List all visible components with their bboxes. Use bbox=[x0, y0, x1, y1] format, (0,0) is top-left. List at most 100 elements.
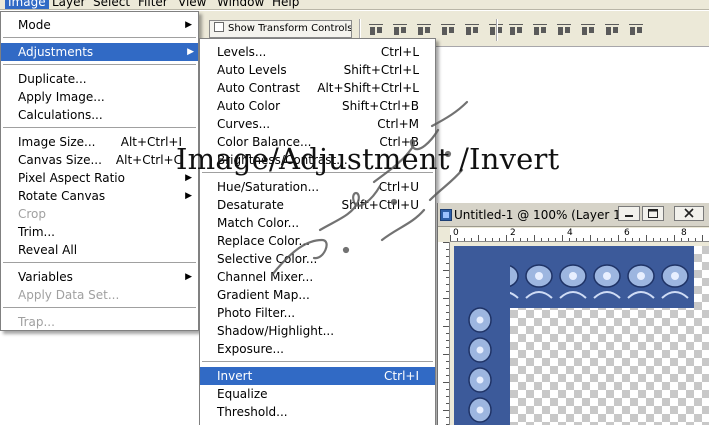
ruler-tick bbox=[446, 319, 449, 320]
distribute-right-edges-icon[interactable] bbox=[627, 23, 645, 37]
image-menu-item-variables[interactable]: Variables ▶ bbox=[1, 268, 196, 286]
ruler-tick bbox=[688, 238, 689, 241]
close-icon bbox=[684, 208, 694, 218]
adjustments-item-desaturate[interactable]: Desaturate Shift+Ctrl+U bbox=[200, 196, 435, 214]
ruler-tick bbox=[681, 238, 682, 241]
image-menu-item-trap[interactable]: Trap... bbox=[1, 313, 196, 331]
align-top-edges-icon[interactable] bbox=[367, 23, 385, 37]
menubar-item-help[interactable]: Help bbox=[272, 0, 299, 9]
image-menu-item-crop[interactable]: Crop bbox=[1, 205, 196, 223]
menu-item-label: Rotate Canvas bbox=[18, 189, 106, 203]
ruler-tick bbox=[446, 249, 449, 250]
distribute-bottom-edges-icon[interactable] bbox=[555, 23, 573, 37]
adjustments-item-replace-color[interactable]: Replace Color... bbox=[200, 232, 435, 250]
menubar-item-select[interactable]: Select bbox=[93, 0, 130, 9]
menu-bar: Image Layer Select Filter View Window Help bbox=[0, 0, 709, 10]
ruler-label: 2 bbox=[510, 228, 516, 238]
adjustments-item-exposure[interactable]: Exposure... bbox=[200, 340, 435, 358]
image-menu-item-image-size[interactable]: Image Size... Alt+Ctrl+I bbox=[1, 133, 196, 151]
menubar-item-window[interactable]: Window bbox=[217, 0, 264, 9]
ruler-tick bbox=[562, 235, 563, 241]
menu-separator bbox=[3, 307, 196, 309]
adjustments-item-gradient-map[interactable]: Gradient Map... bbox=[200, 286, 435, 304]
ruler-tick bbox=[653, 238, 654, 241]
ruler-tick bbox=[446, 389, 449, 390]
ruler-tick bbox=[611, 238, 612, 241]
ruler-tick bbox=[632, 238, 633, 241]
ruler-tick bbox=[590, 235, 591, 241]
align-vertical-centers-icon[interactable] bbox=[391, 23, 409, 37]
image-menu-item-mode[interactable]: Mode ▶ bbox=[1, 16, 196, 34]
ruler-tick bbox=[443, 270, 449, 271]
tutorial-caption: Image/Adjustment /Invert bbox=[176, 142, 560, 176]
menu-item-label: Channel Mixer... bbox=[217, 270, 314, 284]
menu-item-label: Trim... bbox=[18, 225, 55, 239]
adjustments-item-photo-filter[interactable]: Photo Filter... bbox=[200, 304, 435, 322]
document-canvas[interactable] bbox=[454, 246, 709, 425]
image-menu-item-trim[interactable]: Trim... bbox=[1, 223, 196, 241]
align-bottom-edges-icon[interactable] bbox=[415, 23, 433, 37]
distribute-horizontal-centers-icon[interactable] bbox=[603, 23, 621, 37]
ruler-tick bbox=[499, 238, 500, 241]
adjustments-item-equalize[interactable]: Equalize bbox=[200, 385, 435, 403]
ruler-tick bbox=[702, 235, 703, 241]
distribute-vertical-centers-icon[interactable] bbox=[531, 23, 549, 37]
close-button[interactable] bbox=[674, 206, 704, 221]
ruler-tick bbox=[527, 238, 528, 241]
menubar-item-filter[interactable]: Filter bbox=[138, 0, 168, 9]
document-title-bar[interactable]: Untitled-1 @ 100% (Layer 1, ... bbox=[438, 203, 709, 227]
adjustments-item-auto-levels[interactable]: Auto Levels Shift+Ctrl+L bbox=[200, 61, 435, 79]
adjustments-item-curves[interactable]: Curves... Ctrl+M bbox=[200, 115, 435, 133]
menu-item-label: Match Color... bbox=[217, 216, 300, 230]
ruler-tick bbox=[471, 238, 472, 241]
image-menu-item-canvas-size[interactable]: Canvas Size... Alt+Ctrl+C bbox=[1, 151, 196, 169]
image-menu-item-duplicate[interactable]: Duplicate... bbox=[1, 70, 196, 88]
image-menu-item-rotate-canvas[interactable]: Rotate Canvas ▶ bbox=[1, 187, 196, 205]
align-horizontal-centers-icon[interactable] bbox=[463, 23, 481, 37]
adjustments-item-threshold[interactable]: Threshold... bbox=[200, 403, 435, 421]
show-transform-controls-checkbox[interactable]: Show Transform Controls bbox=[209, 20, 352, 38]
ruler-tick bbox=[443, 298, 449, 299]
image-menu-item-apply-data-set[interactable]: Apply Data Set... bbox=[1, 286, 196, 304]
image-menu-item-pixel-aspect-ratio[interactable]: Pixel Aspect Ratio ▶ bbox=[1, 169, 196, 187]
minimize-button[interactable] bbox=[618, 206, 640, 221]
ruler-tick bbox=[520, 238, 521, 241]
frame-ornament bbox=[468, 397, 492, 423]
checkbox-box[interactable] bbox=[214, 22, 224, 32]
image-menu-item-reveal-all[interactable]: Reveal All bbox=[1, 241, 196, 259]
ruler-tick bbox=[492, 238, 493, 241]
adjustments-item-auto-color[interactable]: Auto Color Shift+Ctrl+B bbox=[200, 97, 435, 115]
menu-item-label: Levels... bbox=[217, 45, 267, 59]
image-menu-item-apply-image[interactable]: Apply Image... bbox=[1, 88, 196, 106]
menubar-item-layer[interactable]: Layer bbox=[52, 0, 85, 9]
ruler-tick bbox=[446, 347, 449, 348]
adjustments-item-match-color[interactable]: Match Color... bbox=[200, 214, 435, 232]
menu-item-label: Threshold... bbox=[217, 405, 288, 419]
ruler-tick bbox=[457, 238, 458, 241]
menubar-item-image[interactable]: Image bbox=[5, 0, 49, 9]
adjustments-item-shadow-highlight[interactable]: Shadow/Highlight... bbox=[200, 322, 435, 340]
ornate-frame-left bbox=[454, 246, 510, 425]
document-title: Untitled-1 @ 100% (Layer 1, ... bbox=[454, 208, 640, 222]
align-left-edges-icon[interactable] bbox=[439, 23, 457, 37]
distribute-buttons-group bbox=[507, 23, 645, 37]
adjustments-item-channel-mixer[interactable]: Channel Mixer... bbox=[200, 268, 435, 286]
adjustments-item-invert[interactable]: Invert Ctrl+I bbox=[200, 367, 435, 385]
menu-item-label: Desaturate bbox=[217, 198, 284, 212]
document-window: Untitled-1 @ 100% (Layer 1, ... 0 2 4 6 8 bbox=[437, 203, 709, 425]
image-menu-item-calculations[interactable]: Calculations... bbox=[1, 106, 196, 124]
ruler-tick bbox=[646, 235, 647, 241]
menu-item-label: Adjustments bbox=[18, 45, 94, 59]
ruler-label: 4 bbox=[567, 228, 573, 238]
maximize-button[interactable] bbox=[642, 206, 664, 221]
adjustments-item-auto-contrast[interactable]: Auto Contrast Alt+Shift+Ctrl+L bbox=[200, 79, 435, 97]
ruler-tick bbox=[446, 263, 449, 264]
adjustments-item-levels[interactable]: Levels... Ctrl+L bbox=[200, 43, 435, 61]
distribute-top-edges-icon[interactable] bbox=[507, 23, 525, 37]
menubar-item-view[interactable]: View bbox=[178, 0, 206, 9]
menu-item-label: Equalize bbox=[217, 387, 268, 401]
image-menu-item-adjustments[interactable]: Adjustments ▶ bbox=[1, 43, 198, 61]
adjustments-item-hue-saturation[interactable]: Hue/Saturation... Ctrl+U bbox=[200, 178, 435, 196]
adjustments-item-selective-color[interactable]: Selective Color... bbox=[200, 250, 435, 268]
distribute-left-edges-icon[interactable] bbox=[579, 23, 597, 37]
